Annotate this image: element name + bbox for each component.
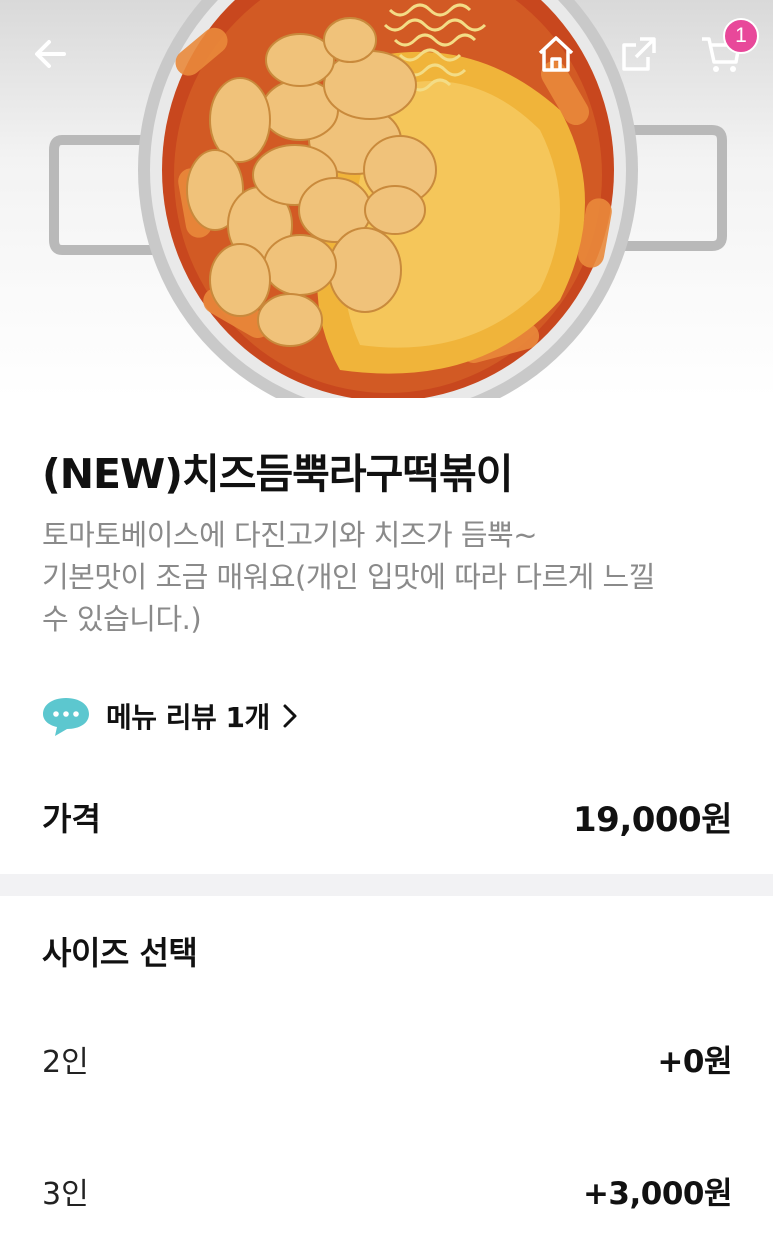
arrow-left-icon <box>35 40 66 68</box>
top-navigation-bar: 1 <box>0 0 773 110</box>
share-button[interactable] <box>611 26 667 82</box>
description-line: 기본맛이 조금 매워요(개인 입맛에 따라 다르게 느낄 <box>42 560 655 594</box>
size-option-3[interactable]: 3인 +3,000원 <box>42 1168 733 1213</box>
review-label: 메뉴 리뷰 1개 <box>106 701 270 734</box>
home-button[interactable] <box>528 26 584 82</box>
home-icon <box>538 36 574 72</box>
size-section-title: 사이즈 선택 <box>42 934 198 972</box>
share-icon <box>622 37 656 71</box>
menu-review-link[interactable]: 메뉴 리뷰 1개 <box>40 694 298 738</box>
section-divider <box>0 874 773 896</box>
size-option-2[interactable]: 2인 +0원 <box>42 1036 732 1081</box>
chevron-right-icon <box>283 704 297 728</box>
speech-bubble-icon <box>43 698 89 736</box>
option-name: 3인 <box>42 1176 89 1212</box>
price-label: 가격 <box>42 799 101 838</box>
option-price: +3,000원 <box>582 1176 733 1212</box>
price-value: 19,000원 <box>573 800 732 840</box>
option-price: +0원 <box>657 1044 732 1080</box>
product-description: 토마토베이스에 다진고기와 치즈가 듬뿍~ 기본맛이 조금 매워요(개인 입맛에… <box>42 514 732 640</box>
option-name: 2인 <box>42 1044 89 1080</box>
back-button[interactable] <box>22 26 78 82</box>
cart-count-badge: 1 <box>723 18 759 54</box>
description-line: 수 있습니다.) <box>42 602 202 636</box>
price-row: 가격 19,000원 <box>42 792 732 841</box>
description-line: 토마토베이스에 다진고기와 치즈가 듬뿍~ <box>42 518 538 552</box>
product-title: (NEW)치즈듬뿍라구떡볶이 <box>42 450 514 498</box>
